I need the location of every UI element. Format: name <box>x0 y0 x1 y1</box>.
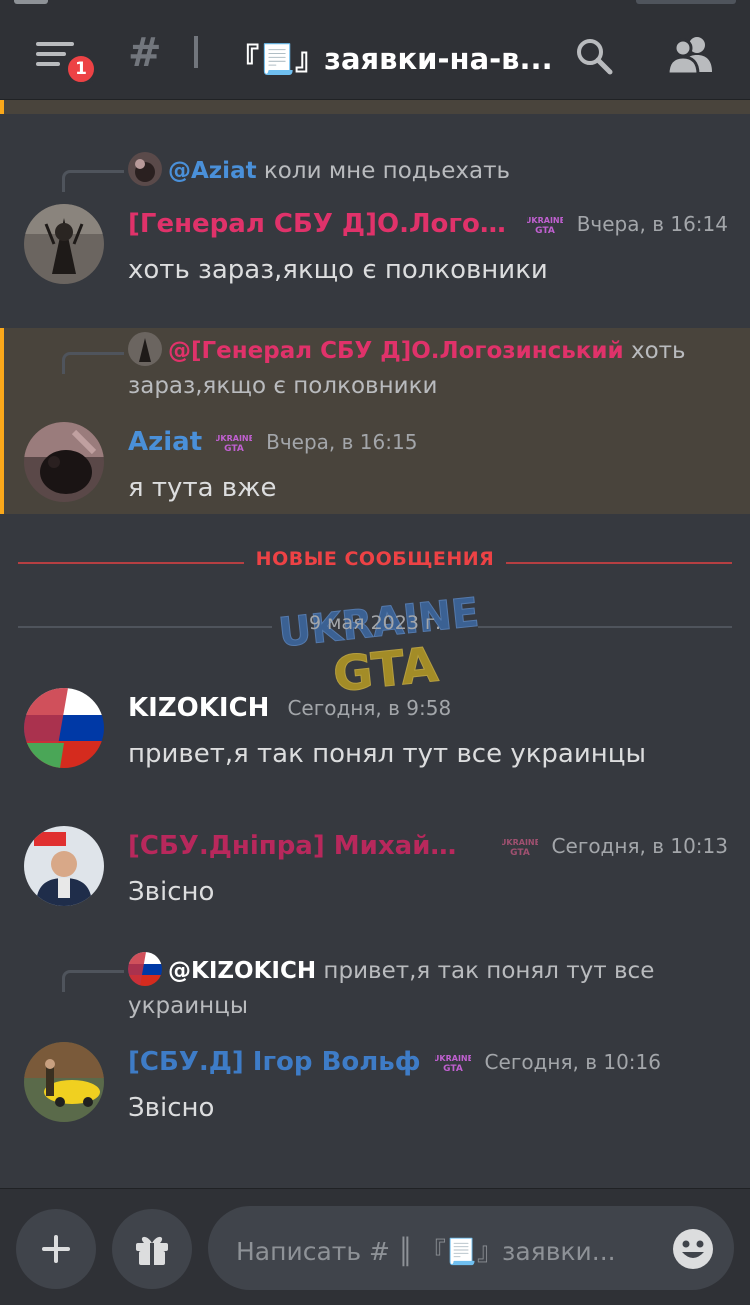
reply-text: коли мне подьехать <box>256 158 511 184</box>
message-content: я тута вже <box>128 473 277 503</box>
notification-badge: 1 <box>64 52 98 86</box>
message-content: Звісно <box>128 877 215 907</box>
svg-text:GTA: GTA <box>443 1064 463 1073</box>
message-input-placeholder: Написать # ║ 『📃』заявки... <box>236 1237 616 1266</box>
timestamp: Сегодня, в 10:16 <box>484 1050 661 1074</box>
message-content: хоть зараз,якщо є полковники <box>128 255 548 285</box>
date-label: 9 мая 2023 г. <box>309 612 441 634</box>
plus-icon <box>42 1235 70 1263</box>
timestamp: Вчера, в 16:14 <box>576 212 728 236</box>
reply-mention[interactable]: @Aziat <box>168 158 257 184</box>
status-bar-indicator <box>14 0 48 4</box>
message-header: [Генерал СБУ Д]О.Логози... UKRAINE GTA Вч… <box>128 206 728 242</box>
svg-text:UKRAINE: UKRAINE <box>527 216 563 225</box>
svg-text:UKRAINE: UKRAINE <box>502 838 538 847</box>
mention-accent <box>0 328 4 514</box>
message-item[interactable]: @Aziat коли мне подьехать [Генерал СБУ Д… <box>0 140 750 300</box>
reply-preview[interactable]: @[Генерал СБУ Д]О.Логозинський хоть зара… <box>128 332 728 404</box>
author-name[interactable]: Aziat <box>128 427 202 457</box>
svg-text:GTA: GTA <box>224 444 244 453</box>
role-tag-icon: UKRAINEGTA <box>502 838 538 857</box>
timestamp: Вчера, в 16:15 <box>266 430 418 454</box>
author-name[interactable]: [СБУ.Д] Ігор Вольф <box>128 1047 421 1077</box>
channel-title[interactable]: 『📃』заявки-на-в... <box>230 36 550 78</box>
reply-mention[interactable]: @[Генерал СБУ Д]О.Логозинський <box>168 338 624 364</box>
message-header <box>128 1144 728 1180</box>
timestamp: Сегодня, в 10:13 <box>551 834 728 858</box>
message-header: Aziat UKRAINE GTA Вчера, в 16:15 <box>128 424 728 460</box>
message-header: [СБУ.Д] Ігор Вольф UKRAINE GTA Сегодня, в… <box>128 1044 728 1080</box>
reply-mention[interactable]: @KIZOKICH <box>168 958 316 984</box>
author-name[interactable]: [СБУ.Дніпра] Михайло... <box>128 831 472 861</box>
role-tag-icon: UKRAINEGTA <box>216 434 252 453</box>
message-list[interactable]: @Aziat коли мне подьехать [Генерал СБУ Д… <box>0 100 750 1188</box>
message-item-mention[interactable]: @[Генерал СБУ Д]О.Логозинський хоть зара… <box>0 328 750 514</box>
new-messages-separator: НОВЫЕ СООБЩЕНИЯ <box>18 546 732 578</box>
role-tag-icon: UKRAINEGTA <box>527 216 563 235</box>
gift-icon <box>136 1236 168 1265</box>
timestamp: Сегодня, в 9:58 <box>287 696 452 720</box>
avatar[interactable] <box>24 422 104 502</box>
message-input[interactable]: Написать # ║ 『📃』заявки... <box>208 1206 734 1290</box>
reply-connector <box>62 352 124 374</box>
message-header: [СБУ.Дніпра] Михайло... UKRAINE GTA Сегод… <box>128 828 728 864</box>
message-content: Звісно <box>128 1093 215 1123</box>
message-composer: Написать # ║ 『📃』заявки... <box>0 1188 750 1305</box>
date-separator: 9 мая 2023 г. <box>18 610 732 642</box>
reply-connector <box>62 970 124 992</box>
message-item[interactable]: @KIZOKICH привет,я так понял тут все укр… <box>0 946 750 1146</box>
message-item[interactable]: KIZOKICH Сегодня, в 9:58 привет,я так по… <box>0 680 750 790</box>
message-header: KIZOKICH Сегодня, в 9:58 <box>128 690 728 726</box>
search-icon[interactable] <box>574 36 614 76</box>
new-messages-label: НОВЫЕ СООБЩЕНИЯ <box>255 548 495 570</box>
message-content: привет,я так понял тут все украинцы <box>128 739 646 769</box>
members-icon[interactable] <box>666 34 714 76</box>
status-bar-right <box>636 0 736 4</box>
svg-text:UKRAINE: UKRAINE <box>216 434 252 443</box>
hash-icon: # <box>128 30 162 76</box>
message-item[interactable]: [СБУ.Дніпра] Михайло... UKRAINE GTA Сегод… <box>0 818 750 928</box>
channel-header: 1 # 『📃』заявки-на-в... <box>0 0 750 100</box>
avatar[interactable] <box>24 204 104 284</box>
svg-text:UKRAINE: UKRAINE <box>435 1054 471 1063</box>
previous-message-fragment <box>0 100 750 114</box>
svg-text:GTA: GTA <box>535 226 555 235</box>
reply-preview[interactable]: @Aziat коли мне подьехать <box>128 152 728 189</box>
author-name[interactable]: [Генерал СБУ Д]О.Логози... <box>128 209 513 239</box>
gift-button[interactable] <box>112 1209 192 1289</box>
emoji-icon[interactable] <box>672 1228 714 1270</box>
reply-avatar <box>128 152 162 186</box>
reply-avatar <box>128 332 162 366</box>
author-name[interactable]: KIZOKICH <box>128 693 269 723</box>
add-attachment-button[interactable] <box>16 1209 96 1289</box>
avatar[interactable] <box>24 688 104 768</box>
reply-avatar <box>128 952 162 986</box>
role-tag-icon: UKRAINEGTA <box>435 1054 471 1073</box>
channel-divider <box>194 36 198 68</box>
avatar[interactable] <box>24 826 104 906</box>
reply-preview[interactable]: @KIZOKICH привет,я так понял тут все укр… <box>128 952 728 1024</box>
svg-text:GTA: GTA <box>510 848 530 857</box>
reply-connector <box>62 170 124 192</box>
avatar[interactable] <box>24 1042 104 1122</box>
